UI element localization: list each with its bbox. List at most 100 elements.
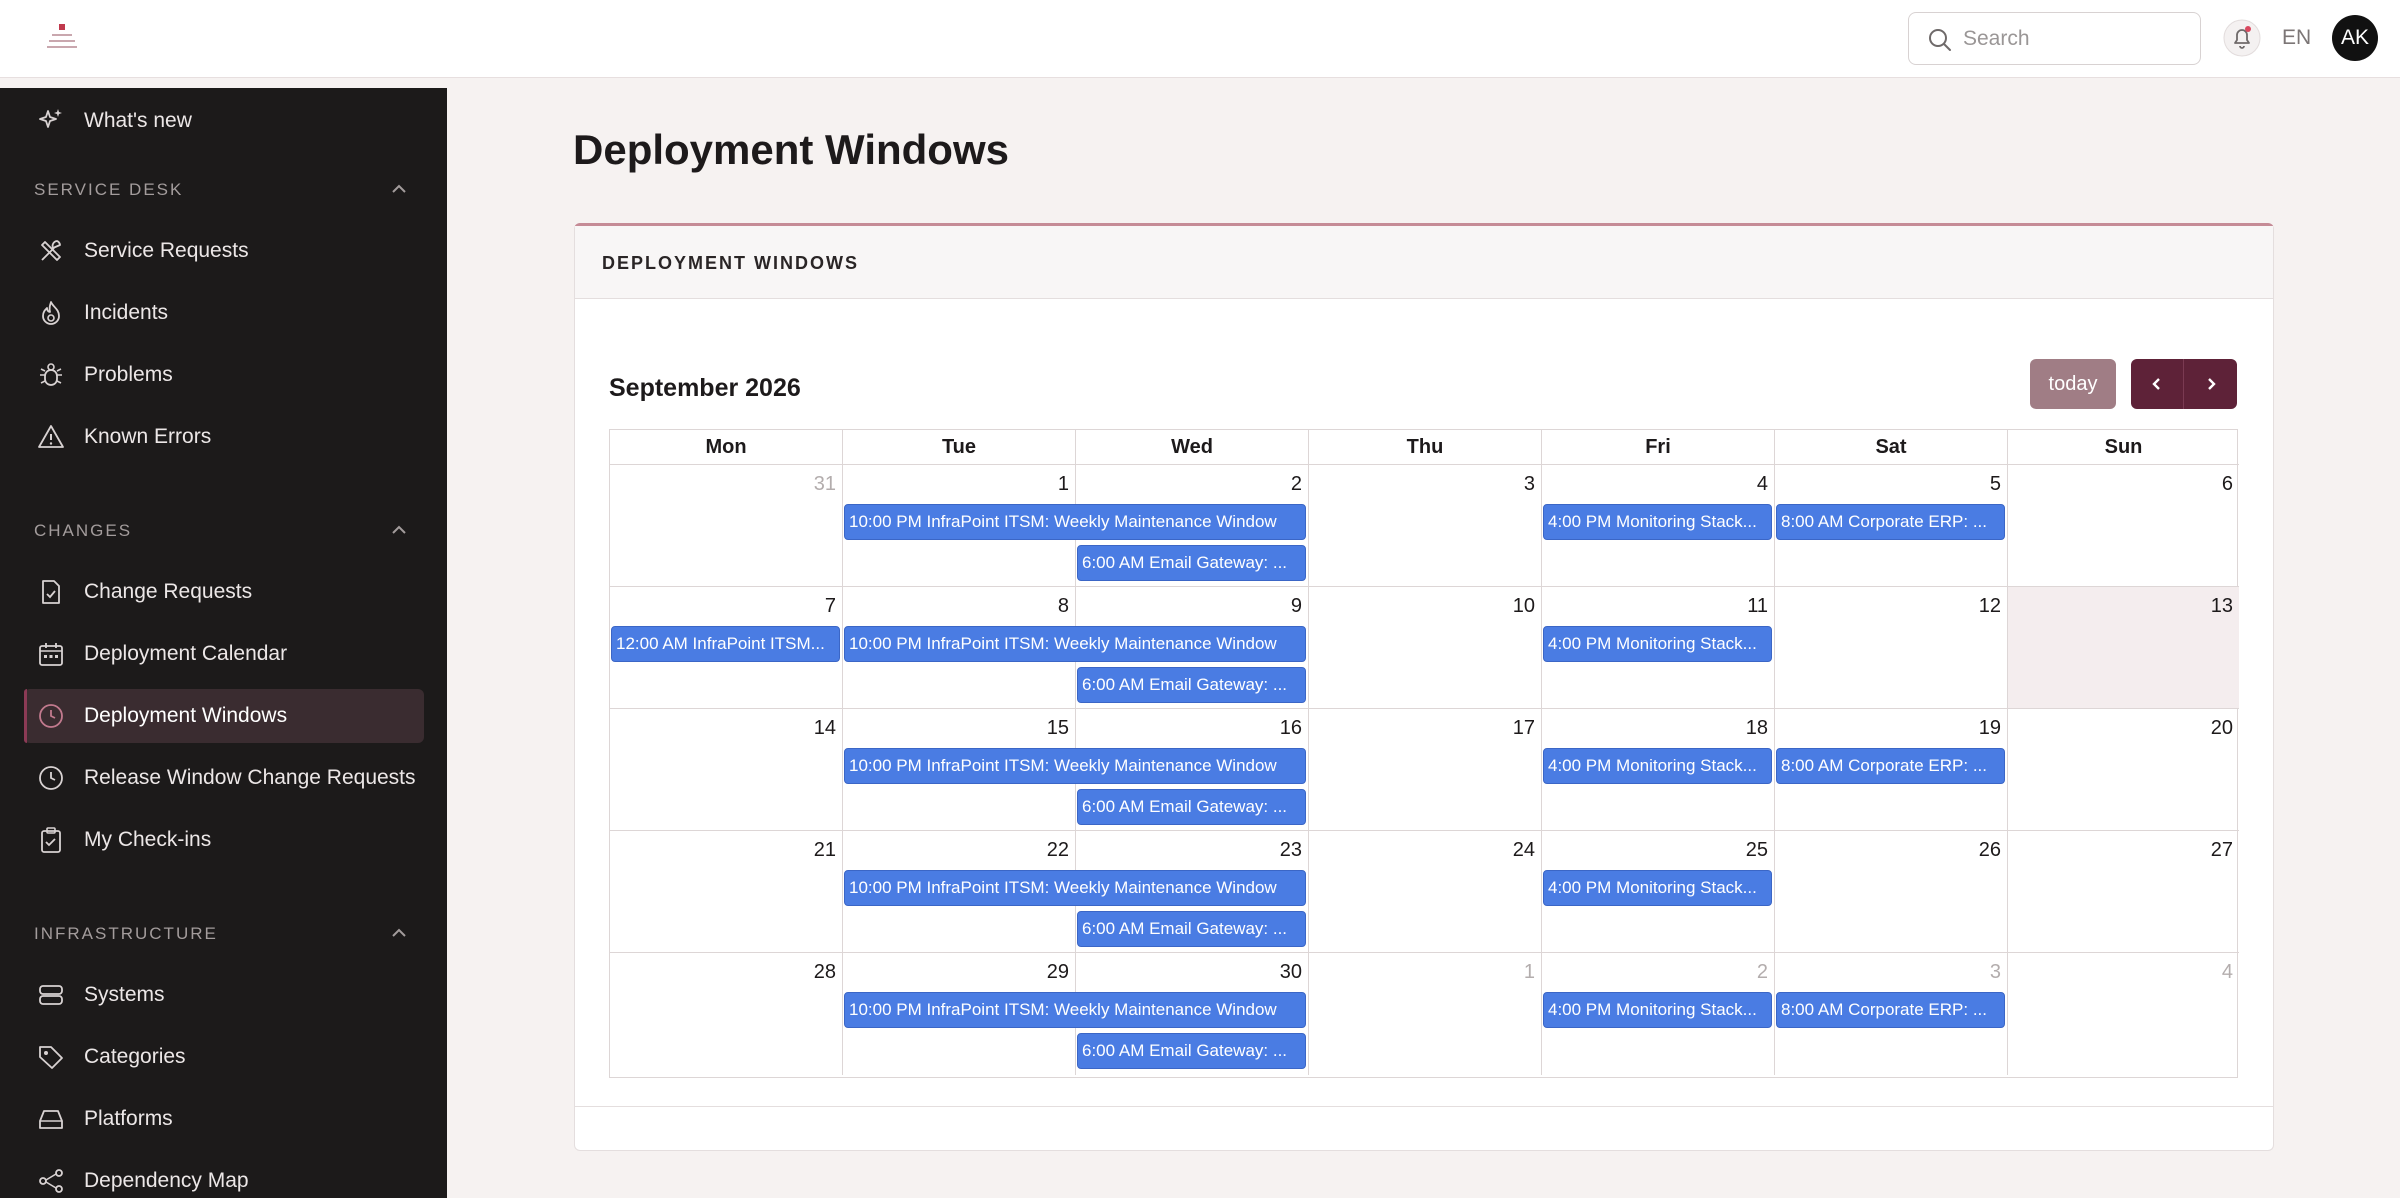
calendar-event[interactable]: 6:00 AM Email Gateway: ... [1077,1033,1306,1069]
calendar-day-cell[interactable]: 20 [2008,709,2239,831]
sidebar-item-deployment-calendar[interactable]: Deployment Calendar [24,627,424,681]
day-number[interactable]: 4 [2222,961,2233,984]
calendar-day-cell[interactable]: 31 [610,465,843,587]
weekday-header-sat: Sat [1775,430,2008,465]
sidebar-item-release-window-change-requests[interactable]: Release Window Change Requests [24,751,424,805]
day-number[interactable]: 20 [2211,717,2233,740]
calendar-day-cell[interactable]: 1 [1309,953,1542,1075]
day-number[interactable]: 26 [1979,839,2001,862]
calendar-event[interactable]: 6:00 AM Email Gateway: ... [1077,789,1306,825]
calendar-event[interactable]: 8:00 AM Corporate ERP: ... [1776,748,2005,784]
language-switcher[interactable]: EN [2282,26,2311,50]
calendar-event[interactable]: 4:00 PM Monitoring Stack... [1543,870,1772,906]
day-number[interactable]: 1 [1524,961,1535,984]
sidebar-item-categories[interactable]: Categories [24,1030,424,1084]
day-number[interactable]: 2 [1757,961,1768,984]
calendar-event[interactable]: 8:00 AM Corporate ERP: ... [1776,504,2005,540]
sidebar-item-whats-new[interactable]: What's new [24,94,424,148]
chevron-up-icon[interactable] [388,922,410,944]
day-number[interactable]: 25 [1746,839,1768,862]
day-number[interactable]: 8 [1058,595,1069,618]
day-number[interactable]: 31 [814,473,836,496]
day-number[interactable]: 3 [1990,961,2001,984]
day-number[interactable]: 18 [1746,717,1768,740]
day-number[interactable]: 21 [814,839,836,862]
calendar-event[interactable]: 10:00 PM InfraPoint ITSM: Weekly Mainten… [844,870,1306,906]
calendar-day-cell[interactable]: 12 [1775,587,2008,709]
calendar-event[interactable]: 4:00 PM Monitoring Stack... [1543,504,1772,540]
day-number[interactable]: 22 [1047,839,1069,862]
sidebar-item-platforms[interactable]: Platforms [24,1092,424,1146]
sidebar-item-incidents[interactable]: Incidents [24,286,424,340]
day-number[interactable]: 7 [825,595,836,618]
day-number[interactable]: 24 [1513,839,1535,862]
day-number[interactable]: 15 [1047,717,1069,740]
sidebar-item-deployment-windows[interactable]: Deployment Windows [24,689,424,743]
calendar-event[interactable]: 10:00 PM InfraPoint ITSM: Weekly Mainten… [844,504,1306,540]
hard-drive-icon [34,1102,68,1136]
day-number[interactable]: 30 [1280,961,1302,984]
day-number[interactable]: 1 [1058,473,1069,496]
day-number[interactable]: 5 [1990,473,2001,496]
search-input[interactable] [1963,21,2188,57]
previous-month-button[interactable] [2131,359,2184,409]
chevron-up-icon[interactable] [388,178,410,200]
notifications-bell-icon[interactable] [2222,18,2262,58]
day-number[interactable]: 13 [2211,595,2233,618]
calendar-day-cell[interactable]: 26 [1775,831,2008,953]
day-number[interactable]: 28 [814,961,836,984]
sidebar-item-known-errors[interactable]: Known Errors [24,410,424,464]
calendar-event[interactable]: 10:00 PM InfraPoint ITSM: Weekly Mainten… [844,748,1306,784]
sidebar-item-dependency-map[interactable]: Dependency Map [24,1154,424,1198]
calendar-day-cell[interactable]: 3 [1309,465,1542,587]
day-number[interactable]: 4 [1757,473,1768,496]
day-number[interactable]: 12 [1979,595,2001,618]
calendar-day-cell[interactable]: 28 [610,953,843,1075]
today-button[interactable]: today [2030,359,2116,409]
day-number[interactable]: 16 [1280,717,1302,740]
chevron-up-icon[interactable] [388,519,410,541]
day-number[interactable]: 10 [1513,595,1535,618]
day-number[interactable]: 6 [2222,473,2233,496]
calendar-day-cell[interactable]: 4 [2008,953,2239,1075]
next-month-button[interactable] [2184,359,2237,409]
sidebar-item-systems[interactable]: Systems [24,968,424,1022]
search-box[interactable] [1908,12,2201,65]
sidebar-item-problems[interactable]: Problems [24,348,424,402]
app-logo-icon[interactable] [44,20,80,56]
day-number[interactable]: 23 [1280,839,1302,862]
calendar-day-cell[interactable]: 21 [610,831,843,953]
calendar-event[interactable]: 6:00 AM Email Gateway: ... [1077,545,1306,581]
day-number[interactable]: 9 [1291,595,1302,618]
calendar-event[interactable]: 4:00 PM Monitoring Stack... [1543,748,1772,784]
calendar-event[interactable]: 4:00 PM Monitoring Stack... [1543,626,1772,662]
day-number[interactable]: 19 [1979,717,2001,740]
calendar-day-cell[interactable]: 27 [2008,831,2239,953]
calendar-event[interactable]: 4:00 PM Monitoring Stack... [1543,992,1772,1028]
calendar-day-cell[interactable]: 6 [2008,465,2239,587]
calendar-event[interactable]: 12:00 AM InfraPoint ITSM... [611,626,840,662]
calendar-day-cell[interactable]: 10 [1309,587,1542,709]
day-number[interactable]: 27 [2211,839,2233,862]
sidebar-item-service-requests[interactable]: Service Requests [24,224,424,278]
calendar-day-cell[interactable]: 17 [1309,709,1542,831]
calendar-day-cell[interactable]: 13 [2008,587,2239,709]
section-title-infrastructure: INFRASTRUCTURE [34,924,218,943]
user-avatar[interactable]: AK [2332,15,2378,61]
calendar-event[interactable]: 6:00 AM Email Gateway: ... [1077,667,1306,703]
calendar-event[interactable]: 10:00 PM InfraPoint ITSM: Weekly Mainten… [844,992,1306,1028]
calendar-event[interactable]: 6:00 AM Email Gateway: ... [1077,911,1306,947]
day-number[interactable]: 2 [1291,473,1302,496]
day-number[interactable]: 17 [1513,717,1535,740]
sidebar-item-change-requests[interactable]: Change Requests [24,565,424,619]
day-number[interactable]: 14 [814,717,836,740]
day-number[interactable]: 11 [1747,595,1768,618]
sidebar-item-my-check-ins[interactable]: My Check-ins [24,813,424,867]
calendar-day-cell[interactable]: 24 [1309,831,1542,953]
database-icon [34,978,68,1012]
day-number[interactable]: 29 [1047,961,1069,984]
calendar-event[interactable]: 10:00 PM InfraPoint ITSM: Weekly Mainten… [844,626,1306,662]
calendar-event[interactable]: 8:00 AM Corporate ERP: ... [1776,992,2005,1028]
calendar-day-cell[interactable]: 14 [610,709,843,831]
day-number[interactable]: 3 [1524,473,1535,496]
